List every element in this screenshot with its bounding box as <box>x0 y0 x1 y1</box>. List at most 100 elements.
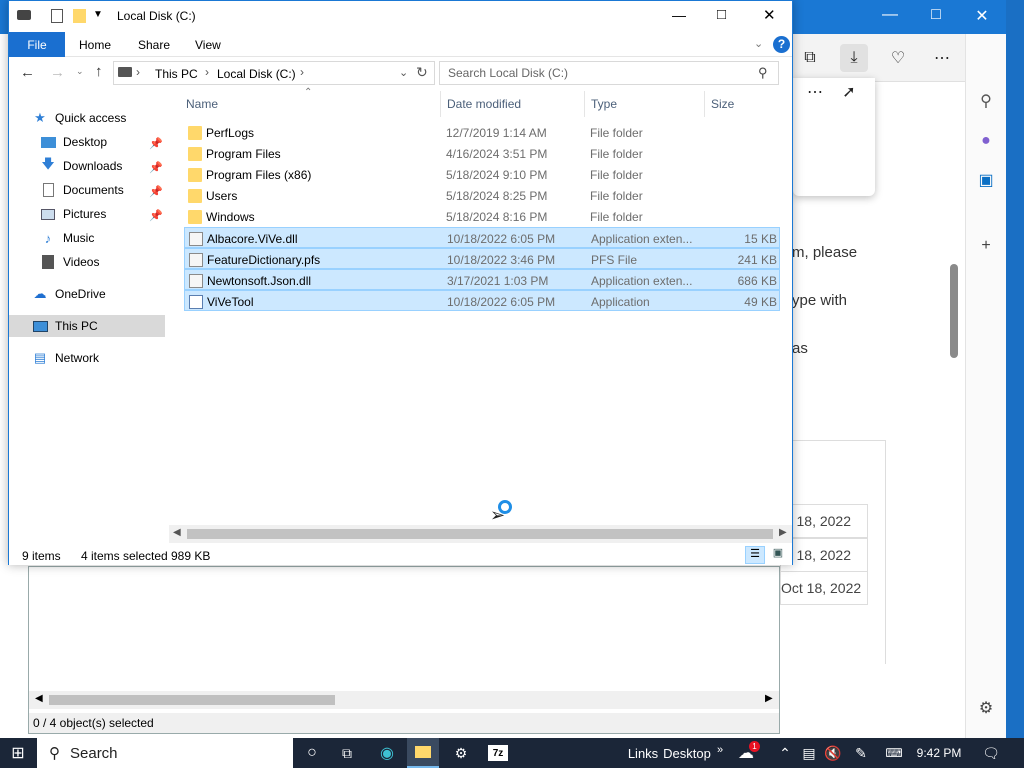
file-type: Application exten... <box>591 274 693 288</box>
refresh-icon[interactable]: ↻ <box>416 64 428 81</box>
add-icon[interactable]: + <box>974 234 998 258</box>
horizontal-scrollbar[interactable]: ◀ ▶ <box>169 525 792 543</box>
settings-icon[interactable]: ⚙ <box>974 696 998 720</box>
links-toolbar[interactable]: Links <box>628 743 658 763</box>
file-row[interactable]: FeatureDictionary.pfs 10/18/2022 3:46 PM P… <box>184 248 780 269</box>
column-header-size[interactable]: Size <box>711 97 734 111</box>
network-icon[interactable]: ▤ <box>800 743 818 763</box>
nav-this-pc[interactable]: This PC <box>9 315 165 337</box>
scrollbar-thumb[interactable] <box>187 529 773 539</box>
back-icon[interactable]: ← <box>20 64 35 81</box>
cortana-icon[interactable]: ○ <box>302 743 322 763</box>
nav-pictures[interactable]: Pictures <box>39 203 195 225</box>
column-divider[interactable] <box>704 91 705 117</box>
properties-icon[interactable] <box>51 9 63 23</box>
more-icon[interactable]: ⋯ <box>928 44 956 72</box>
downloads-icon[interactable]: ⤓ <box>840 44 868 72</box>
expand-ribbon-icon[interactable]: ⌄ <box>754 37 763 50</box>
browser-scrollbar[interactable] <box>948 80 964 720</box>
new-folder-icon[interactable] <box>73 9 86 23</box>
file-row[interactable]: Program Files 4/16/2024 3:51 PM File folde… <box>184 143 780 164</box>
close-icon[interactable]: ✕ <box>959 6 1005 26</box>
outlook-icon[interactable]: ▣ <box>974 168 998 192</box>
forward-icon[interactable]: → <box>50 64 65 81</box>
minimize-icon[interactable]: — <box>867 6 913 24</box>
health-icon[interactable]: ♡ <box>884 44 912 72</box>
edge-icon[interactable]: ◉ <box>376 743 398 763</box>
search-input[interactable]: Search Local Disk (C:) ⚲ <box>439 61 779 85</box>
address-bar[interactable]: › This PC › Local Disk (C:) › ⌄ ↻ <box>113 61 435 85</box>
nav-music[interactable]: ♪ Music <box>39 227 195 249</box>
7zip-icon[interactable]: 7z <box>488 745 508 761</box>
toolbar-overflow-icon[interactable]: » <box>714 740 726 760</box>
copilot-app-icon[interactable]: ● <box>974 129 998 153</box>
windows-start-icon[interactable]: ⊞ <box>8 743 28 763</box>
tab-share[interactable]: Share <box>138 38 170 52</box>
nav-quick-access[interactable]: ★ Quick access <box>31 107 187 129</box>
scroll-left-icon[interactable]: ◀ <box>173 527 181 538</box>
quick-access-toolbar-dropdown-icon[interactable]: ▼ <box>93 9 103 20</box>
column-divider[interactable] <box>440 91 441 117</box>
tab-home[interactable]: Home <box>79 38 111 52</box>
nav-documents[interactable]: Documents <box>39 179 195 201</box>
recent-locations-icon[interactable]: ⌄ <box>76 66 84 77</box>
chevron-up-icon[interactable]: ⌃ <box>778 743 792 763</box>
breadcrumb-this-pc[interactable]: This PC <box>155 67 198 81</box>
column-header-date[interactable]: Date modified <box>447 97 521 111</box>
collections-icon[interactable]: ⧉ <box>796 44 824 72</box>
pin-icon[interactable]: ➚ <box>835 78 863 106</box>
folder-icon <box>188 189 202 203</box>
horizontal-scrollbar[interactable]: ◀ ▶ <box>29 691 779 709</box>
desktop-toolbar[interactable]: Desktop <box>663 743 711 763</box>
more-icon[interactable]: ⋯ <box>801 78 829 106</box>
file-row[interactable]: PerfLogs 12/7/2019 1:14 AM File folder <box>184 122 780 143</box>
help-icon[interactable]: ? <box>773 36 790 53</box>
file-row[interactable]: ViVeTool 10/18/2022 6:05 PM Application 49 … <box>184 290 780 311</box>
clock[interactable]: 9:42 PM <box>914 743 964 763</box>
nav-label: Network <box>55 351 100 365</box>
file-list: Name ⌃ Date modified Type Size PerfLogs 1… <box>181 87 792 531</box>
pin-icon: 📌 <box>149 186 163 198</box>
tab-view[interactable]: View <box>195 38 221 52</box>
keyboard-icon[interactable]: ⌨ <box>882 743 906 763</box>
nav-downloads[interactable]: 🡇 Downloads <box>39 155 195 177</box>
maximize-icon[interactable]: □ <box>717 6 726 23</box>
details-view-icon[interactable]: ☰ <box>745 546 765 564</box>
file-row[interactable]: Users 5/18/2024 8:25 PM File folder <box>184 185 780 206</box>
page-text-line: as <box>792 340 808 357</box>
task-view-icon[interactable]: ⧉ <box>336 743 358 763</box>
settings-icon[interactable]: ⚙ <box>450 743 472 763</box>
action-center-icon[interactable]: 🗨 <box>980 743 1002 763</box>
file-row[interactable]: Newtonsoft.Json.dll 3/17/2021 1:03 PM Appl… <box>184 269 780 290</box>
address-dropdown-icon[interactable]: ⌄ <box>399 66 408 79</box>
column-header-name[interactable]: Name <box>186 97 218 111</box>
volume-muted-icon[interactable]: 🔇 <box>824 743 842 763</box>
nav-onedrive[interactable]: ☁ OneDrive <box>31 283 187 305</box>
scroll-right-icon[interactable]: ▶ <box>779 527 787 538</box>
file-type: File folder <box>590 126 643 140</box>
maximize-icon[interactable]: □ <box>913 6 959 24</box>
file-row[interactable]: Program Files (x86) 5/18/2024 9:10 PM File… <box>184 164 780 185</box>
nav-desktop[interactable]: Desktop <box>39 131 195 153</box>
close-icon[interactable]: ✕ <box>763 6 776 24</box>
breadcrumb-local-disk[interactable]: Local Disk (C:) <box>217 67 296 81</box>
search-icon[interactable]: ⚲ <box>974 89 998 113</box>
taskbar-search-box[interactable]: ⚲ Search <box>37 738 293 768</box>
file-row[interactable]: Windows 5/18/2024 8:16 PM File folder <box>184 206 780 227</box>
file-row[interactable]: Albacore.ViVe.dll 10/18/2022 6:05 PM Appli… <box>184 227 780 248</box>
nav-label: Documents <box>63 183 124 197</box>
large-icons-view-icon[interactable]: ▣ <box>769 546 787 564</box>
tab-file[interactable]: File <box>9 32 65 57</box>
file-explorer-taskbar-icon[interactable] <box>407 738 439 768</box>
file-date: 10/18/2022 3:46 PM <box>447 253 556 267</box>
nav-videos[interactable]: Videos <box>39 251 195 273</box>
nav-network[interactable]: ▤ Network <box>31 347 187 369</box>
explorer-titlebar: ▼ Local Disk (C:) — □ ✕ <box>9 1 792 32</box>
pen-icon[interactable]: ✎ <box>852 743 870 763</box>
up-icon[interactable]: ↑ <box>95 63 103 80</box>
video-icon <box>39 254 57 270</box>
file-date: 5/18/2024 8:25 PM <box>446 189 548 203</box>
column-divider[interactable] <box>584 91 585 117</box>
column-header-type[interactable]: Type <box>591 97 617 111</box>
minimize-icon[interactable]: — <box>672 7 686 23</box>
